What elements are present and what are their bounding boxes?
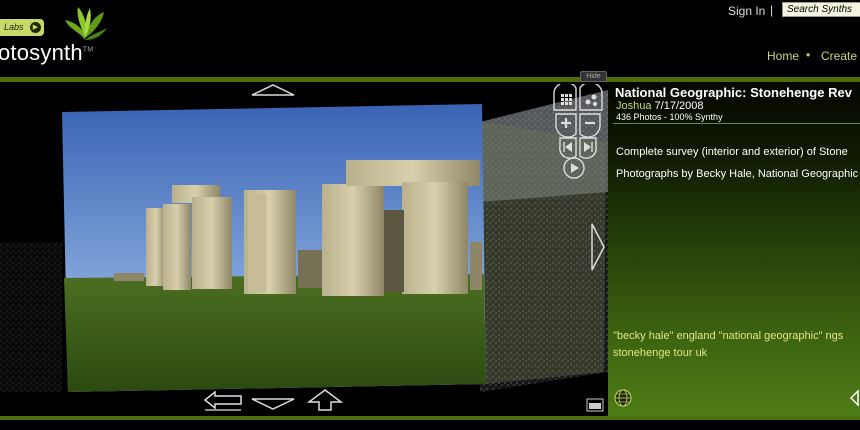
chevron-right-icon[interactable] [848,389,860,407]
step-back-icon[interactable] [203,390,243,412]
point-cloud-left [0,242,62,392]
nav-create-link[interactable]: Create [821,49,857,63]
synth-description-line-1: Complete survey (interior and exterior) … [616,146,848,158]
brand-logo-text: hotosynthTM [0,40,93,66]
up-arrow-icon[interactable] [250,84,296,96]
step-forward-icon[interactable] [305,388,345,412]
footer-divider [0,416,860,420]
top-header: Labs ▶ hotosynthTM Sign In | Search Synt… [0,0,860,78]
brand-text: otosynth [0,40,83,65]
main-photo [62,104,486,392]
grid-icon [553,84,577,111]
nav-separator-dot: • [806,48,811,62]
photosynth-leaf-icon [65,7,107,40]
synth-stats: 436 Photos - 100% Synthy [616,112,723,122]
synth-scene[interactable] [0,82,608,416]
trademark: TM [82,46,94,54]
info-divider [613,123,860,124]
synth-description-line-2: Photographs by Becky Hale, National Geog… [616,168,859,180]
3d-view-icon [579,84,603,111]
globe-icon[interactable] [614,389,632,407]
hide-panel-button[interactable]: Hide [580,71,607,82]
synth-tags-line-2[interactable]: stonehenge tour uk [613,347,860,359]
previous-icon [559,137,577,159]
synth-info-panel [608,82,860,416]
sign-in-link[interactable]: Sign In [728,4,765,18]
header-separator: | [770,3,774,17]
zoom-out-icon [579,113,601,138]
labs-arrow-icon: ▶ [30,22,41,33]
down-arrow-icon[interactable] [250,398,296,410]
synth-viewer[interactable] [0,82,608,416]
zoom-in-icon [555,113,577,138]
synth-title: National Geographic: Stonehenge Rev [615,85,852,100]
right-arrow-icon[interactable] [590,222,606,272]
nav-home-link[interactable]: Home [767,49,799,63]
overlay-toggle-icon[interactable] [586,398,604,412]
search-input[interactable]: Search Synths [782,2,860,17]
synth-byline: Joshua 7/17/2008 [616,100,703,112]
synth-tags-line-1[interactable]: "becky hale" england "national geographi… [613,330,860,342]
next-icon [579,137,597,159]
labs-badge[interactable]: Labs ▶ [0,19,44,36]
labs-label: Labs [4,22,24,32]
author-link[interactable]: Joshua [616,100,651,112]
synth-date: 7/17/2008 [654,100,704,112]
play-icon [563,157,585,179]
navigation-controls [553,84,603,179]
